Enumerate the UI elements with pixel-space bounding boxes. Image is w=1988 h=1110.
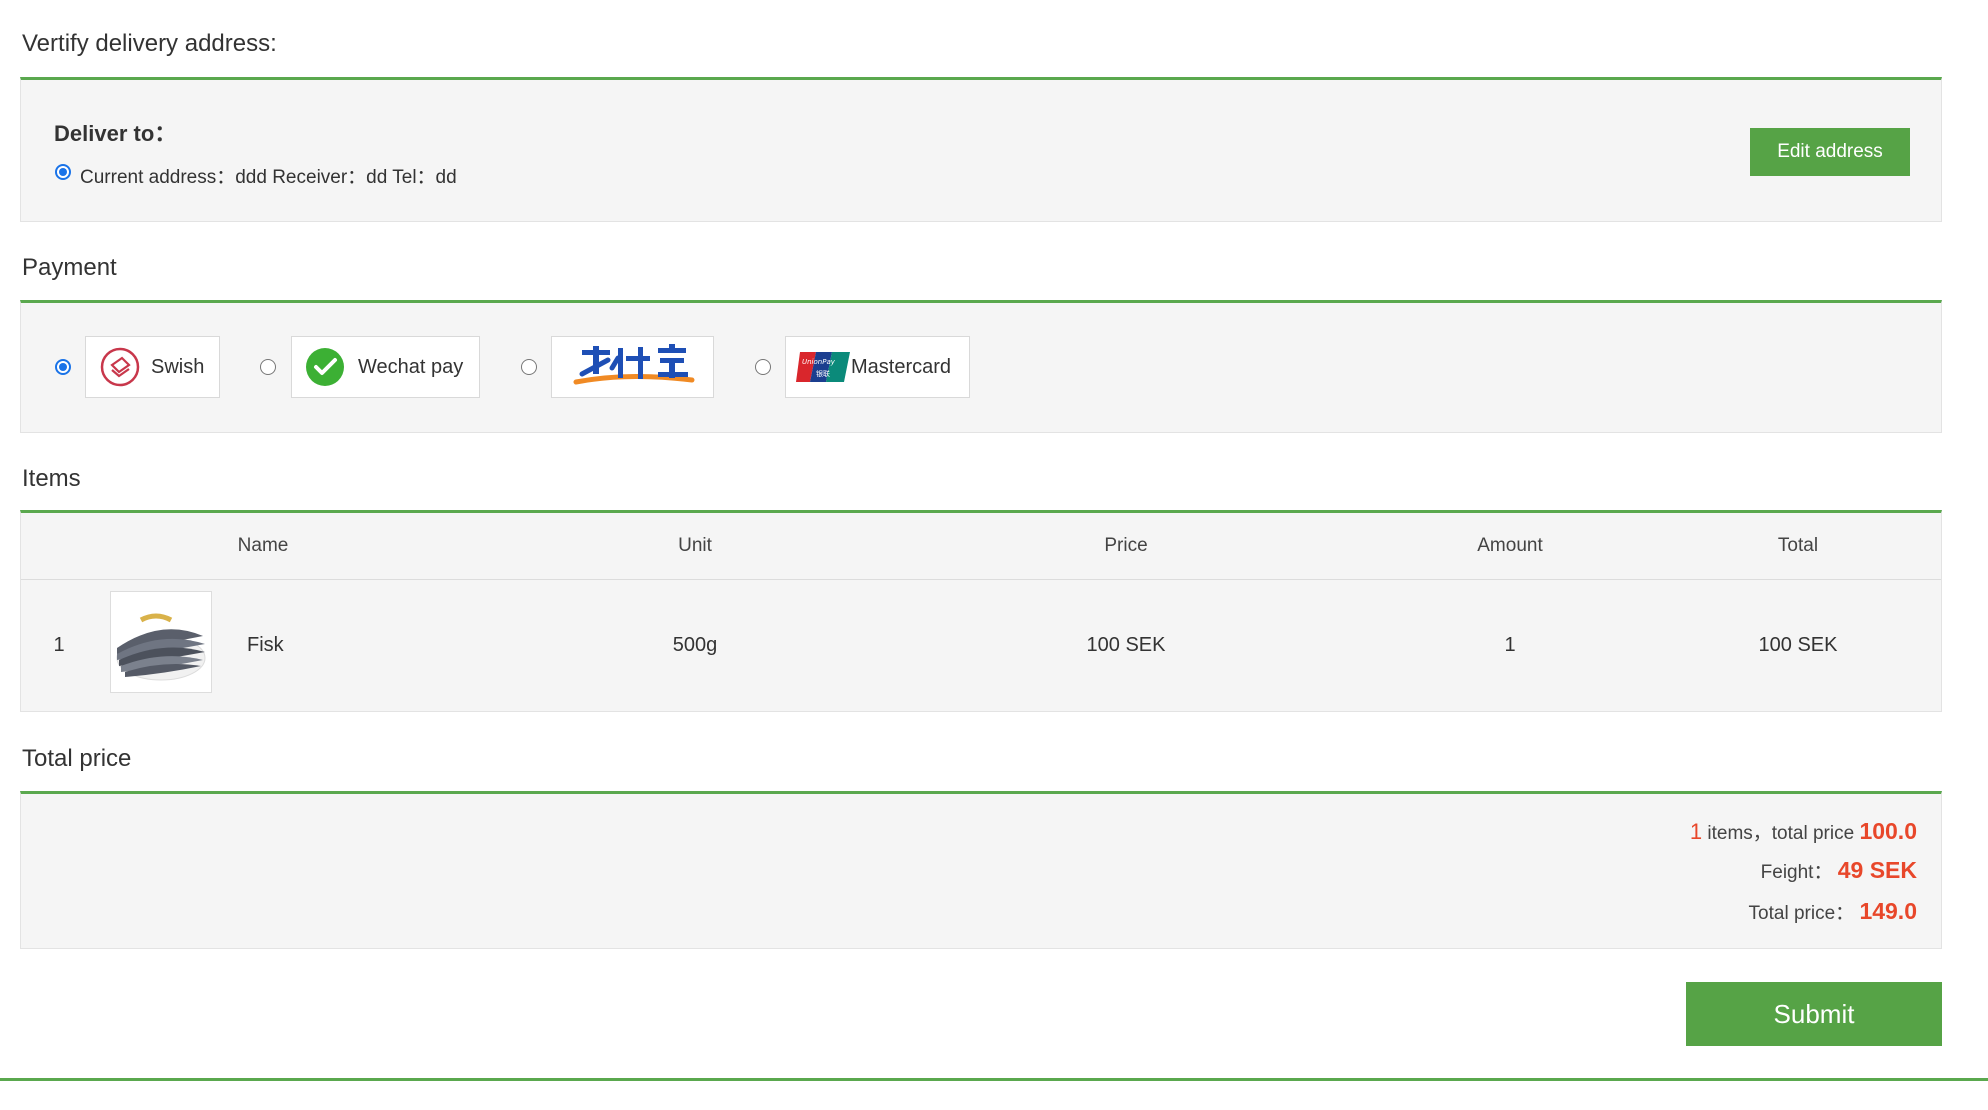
column-header-total: Total bbox=[1777, 535, 1819, 556]
swish-radio[interactable] bbox=[55, 359, 71, 375]
total-section-title: Total price bbox=[22, 745, 132, 772]
item-count: 1 bbox=[1689, 819, 1703, 844]
wechat-label: Wechat pay bbox=[358, 355, 464, 378]
deliver-to-label: Deliver to： bbox=[54, 121, 177, 146]
address-radio[interactable] bbox=[55, 164, 71, 180]
footer-divider bbox=[0, 1078, 1988, 1081]
fish-thumbnail bbox=[110, 591, 212, 693]
items-table-header: Name Unit Price Amount Total bbox=[21, 513, 1941, 580]
items-table: Name Unit Price Amount Total 1 Fisk 500g… bbox=[20, 510, 1942, 712]
product-amount: 1 bbox=[1504, 634, 1516, 656]
column-header-name: Name bbox=[237, 535, 289, 556]
product-total: 100 SEK bbox=[1758, 634, 1838, 656]
payment-section-title: Payment bbox=[22, 254, 117, 281]
current-address-text: Current address：ddd Receiver：dd Tel：dd bbox=[80, 167, 457, 188]
edit-address-button[interactable]: Edit address bbox=[1750, 128, 1910, 176]
grand-total-value: 149.0 bbox=[1859, 898, 1917, 924]
mastercard-radio[interactable] bbox=[755, 359, 771, 375]
submit-button[interactable]: Submit bbox=[1686, 982, 1942, 1046]
wechat-icon bbox=[305, 347, 345, 387]
row-index: 1 bbox=[53, 634, 65, 656]
alipay-option[interactable] bbox=[551, 336, 714, 398]
grand-total-summary: Total price： 149.0 bbox=[1749, 898, 1917, 925]
svg-text:银联: 银联 bbox=[816, 369, 830, 378]
items-total-value: 100.0 bbox=[1859, 818, 1917, 844]
product-name: Fisk bbox=[247, 634, 284, 656]
swish-icon bbox=[100, 347, 140, 387]
table-row: 1 Fisk 500g 100 SEK 1 100 SEK bbox=[21, 580, 1941, 712]
column-header-amount: Amount bbox=[1477, 535, 1543, 556]
alipay-radio[interactable] bbox=[521, 359, 537, 375]
alipay-logo bbox=[568, 344, 698, 390]
product-unit: 500g bbox=[672, 634, 718, 656]
grand-total-label: Total price： bbox=[1748, 903, 1855, 924]
swish-label: Swish bbox=[151, 355, 205, 378]
unionpay-icon: UnionPay 银联 bbox=[796, 350, 850, 384]
payment-panel: Swish Wechat pay UnionPay 银联 Mastercard bbox=[20, 300, 1942, 433]
svg-text:UnionPay: UnionPay bbox=[802, 358, 836, 366]
swish-option[interactable]: Swish bbox=[85, 336, 220, 398]
wechat-radio[interactable] bbox=[260, 359, 276, 375]
freight-summary: Feight： 49 SEK bbox=[1761, 857, 1917, 884]
freight-label: Feight： bbox=[1760, 862, 1833, 883]
items-summary: 1 items，total price 100.0 bbox=[1690, 818, 1917, 845]
wechat-option[interactable]: Wechat pay bbox=[291, 336, 480, 398]
column-header-unit: Unit bbox=[678, 535, 712, 556]
delivery-section-title: Vertify delivery address: bbox=[22, 30, 277, 57]
freight-value: 49 SEK bbox=[1837, 857, 1917, 883]
delivery-panel: Deliver to： Current address：ddd Receiver… bbox=[20, 77, 1942, 222]
mastercard-label: Mastercard bbox=[851, 355, 952, 378]
mastercard-option[interactable]: UnionPay 银联 Mastercard bbox=[785, 336, 970, 398]
product-price: 100 SEK bbox=[1086, 634, 1166, 656]
total-panel: 1 items，total price 100.0 Feight： 49 SEK… bbox=[20, 791, 1942, 949]
items-section-title: Items bbox=[22, 465, 81, 492]
items-summary-text: items，total price bbox=[1707, 823, 1855, 844]
column-header-price: Price bbox=[1104, 535, 1148, 556]
